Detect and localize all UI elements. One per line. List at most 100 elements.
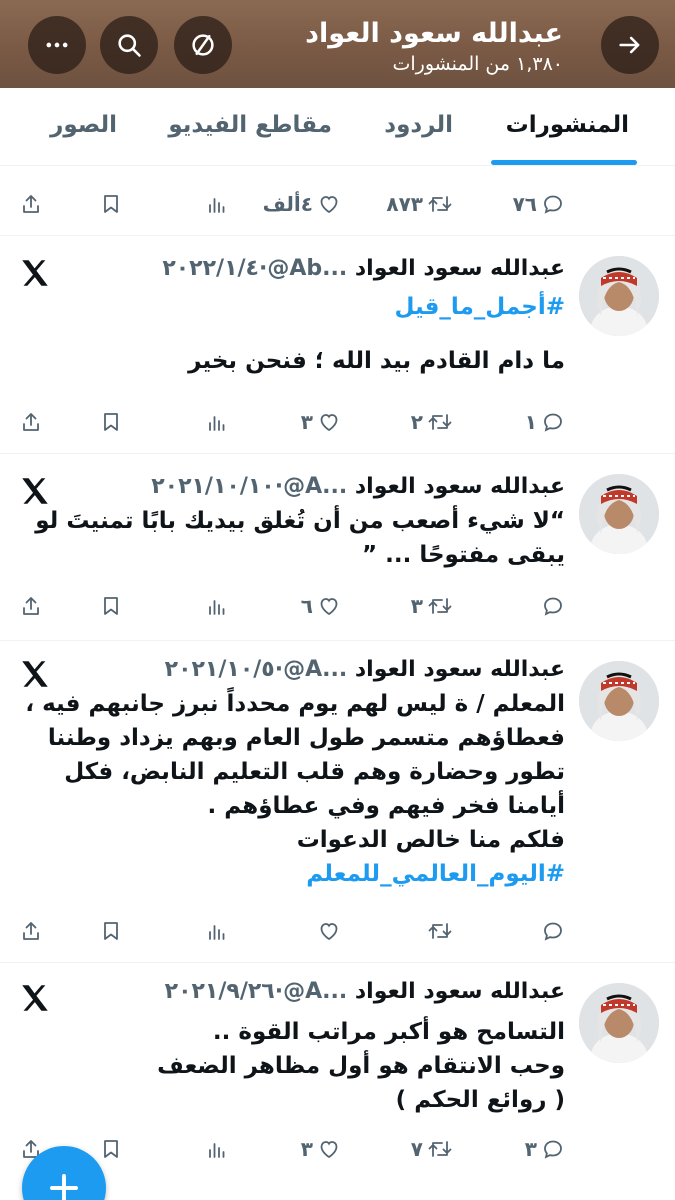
reply-button[interactable]: ٧٦ bbox=[513, 184, 565, 224]
views-button[interactable] bbox=[205, 911, 229, 951]
repost-icon bbox=[428, 414, 452, 430]
repost-button[interactable]: ٢ bbox=[411, 402, 453, 442]
bookmark-icon bbox=[104, 597, 118, 615]
tweet-header: عبدالله سعود العواد ...A@·٢٠٢١/١٠/١٠ bbox=[151, 474, 565, 499]
unfollow-button[interactable] bbox=[174, 16, 232, 74]
bookmark-icon bbox=[104, 413, 118, 431]
repost-icon bbox=[428, 923, 452, 939]
author-name[interactable]: عبدالله سعود العواد bbox=[355, 256, 565, 281]
author-name[interactable]: عبدالله سعود العواد bbox=[355, 657, 565, 682]
bookmark-button[interactable] bbox=[99, 402, 123, 442]
share-button[interactable] bbox=[19, 911, 43, 951]
views-icon bbox=[209, 416, 225, 431]
tweet[interactable]: عبدالله سعود العواد ...A@·٢٠٢١/٩/٢٦ التس… bbox=[0, 963, 675, 1200]
bookmark-icon bbox=[104, 195, 118, 213]
separator-dot: · bbox=[274, 657, 284, 682]
repost-icon bbox=[428, 598, 452, 614]
tab-videos[interactable]: مقاطع الفيديو bbox=[168, 112, 332, 138]
bookmark-button[interactable] bbox=[99, 911, 123, 951]
hashtag-link[interactable]: #اليوم_العالمي_للمعلم bbox=[14, 857, 565, 891]
plus-icon bbox=[50, 1174, 78, 1200]
reply-button[interactable]: ٣ bbox=[525, 1129, 565, 1169]
heart-icon bbox=[320, 1141, 338, 1159]
views-icon bbox=[209, 925, 225, 940]
views-button[interactable] bbox=[205, 586, 229, 626]
repost-button[interactable]: ٧ bbox=[411, 1129, 453, 1169]
share-button[interactable] bbox=[19, 586, 43, 626]
bookmark-icon bbox=[104, 1140, 118, 1158]
reply-icon bbox=[544, 195, 562, 214]
more-icon bbox=[46, 42, 68, 48]
repost-icon bbox=[428, 1141, 452, 1157]
tweet-text-line: وحب الانتقام هو أول مظاهر الضعف bbox=[157, 1053, 565, 1079]
reply-button[interactable] bbox=[537, 911, 565, 951]
reply-icon bbox=[544, 597, 562, 616]
tweet-actions: ٣ ٦ bbox=[0, 586, 675, 626]
views-icon bbox=[209, 1143, 225, 1158]
views-button[interactable] bbox=[205, 402, 229, 442]
views-icon bbox=[209, 600, 225, 615]
repost-button[interactable] bbox=[423, 911, 453, 951]
like-button[interactable]: ٦ bbox=[301, 586, 341, 626]
views-button[interactable] bbox=[205, 184, 229, 224]
bookmark-button[interactable] bbox=[99, 1129, 123, 1169]
like-button[interactable]: ٣ bbox=[301, 402, 341, 442]
active-tab-indicator bbox=[491, 160, 637, 165]
tweet-header: عبدالله سعود العواد ...A@·٢٠٢١/١٠/٥ bbox=[165, 657, 565, 682]
share-button[interactable] bbox=[19, 402, 43, 442]
share-button[interactable] bbox=[19, 184, 43, 224]
separator-dot: · bbox=[274, 979, 284, 1004]
hashtag-link[interactable]: #أجمل_ما_قيل bbox=[14, 290, 565, 324]
more-button[interactable] bbox=[28, 16, 86, 74]
avatar[interactable] bbox=[579, 661, 659, 741]
share-icon bbox=[23, 195, 39, 213]
x-logo-icon bbox=[22, 661, 48, 687]
author-handle: ...A@ bbox=[283, 657, 348, 682]
like-button[interactable] bbox=[313, 911, 341, 951]
avatar[interactable] bbox=[579, 983, 659, 1063]
reply-button[interactable]: ١ bbox=[525, 402, 565, 442]
tweet-text-line: فلكم منا خالص الدعوات bbox=[296, 827, 565, 853]
x-logo-icon bbox=[22, 478, 48, 504]
tweet-text: التسامح هو أكبر مراتب القوة .. bbox=[212, 1019, 565, 1045]
tweet-header: عبدالله سعود العواد ...Ab@·٢٠٢٢/١/٤ bbox=[162, 256, 565, 281]
repost-button[interactable]: ٨٧٣ bbox=[386, 184, 453, 224]
tweet-text: المعلم / ة ليس لهم يوم محدداً نبرز جانبه… bbox=[25, 691, 565, 819]
like-button[interactable]: ٣ bbox=[301, 1129, 341, 1169]
tab-photos[interactable]: الصور bbox=[50, 112, 117, 138]
reply-button[interactable] bbox=[537, 586, 565, 626]
avatar[interactable] bbox=[579, 256, 659, 336]
reply-icon bbox=[544, 413, 562, 432]
author-name[interactable]: عبدالله سعود العواد bbox=[355, 979, 565, 1004]
tweet-text: “لا شيء أصعب من أن تُغلق بيديك بابًا تمن… bbox=[35, 508, 565, 568]
tweet-body: “لا شيء أصعب من أن تُغلق بيديك بابًا تمن… bbox=[14, 504, 565, 572]
tweet[interactable]: عبدالله سعود العواد ...A@·٢٠٢١/١٠/١٠ “لا… bbox=[0, 454, 675, 640]
views-button[interactable] bbox=[205, 1129, 229, 1169]
bookmark-button[interactable] bbox=[99, 184, 123, 224]
tweet-actions: ١ ٢ ٣ bbox=[0, 402, 675, 442]
bookmark-button[interactable] bbox=[99, 586, 123, 626]
tab-posts[interactable]: المنشورات bbox=[506, 112, 629, 138]
tweet-actions bbox=[0, 911, 675, 951]
bookmark-icon bbox=[104, 922, 118, 940]
tweet-date: ٢٠٢١/١٠/١٠ bbox=[151, 474, 275, 499]
tweet[interactable]: عبدالله سعود العواد ...A@·٢٠٢١/١٠/٥ المع… bbox=[0, 641, 675, 961]
heart-icon bbox=[320, 196, 338, 214]
tweet-body: المعلم / ة ليس لهم يوم محدداً نبرز جانبه… bbox=[14, 687, 565, 891]
repost-button[interactable]: ٣ bbox=[411, 586, 453, 626]
author-name[interactable]: عبدالله سعود العواد bbox=[355, 474, 565, 499]
tweet-body: التسامح هو أكبر مراتب القوة .. وحب الانت… bbox=[14, 1015, 565, 1117]
post-count: ١,٣٨٠ من المنشورات bbox=[392, 53, 564, 75]
profile-name: عبدالله سعود العواد bbox=[305, 18, 563, 49]
profile-header: عبدالله سعود العواد ١,٣٨٠ من المنشورات bbox=[0, 0, 675, 88]
back-button[interactable] bbox=[601, 16, 659, 74]
tab-replies[interactable]: الردود bbox=[384, 112, 453, 138]
search-button[interactable] bbox=[100, 16, 158, 74]
search-icon bbox=[118, 34, 141, 57]
heart-icon bbox=[320, 414, 338, 432]
share-icon bbox=[23, 597, 39, 615]
tweet-date: ٢٠٢٢/١/٤ bbox=[162, 256, 259, 281]
tweet[interactable]: عبدالله سعود العواد ...Ab@·٢٠٢٢/١/٤ #أجم… bbox=[0, 236, 675, 452]
like-button[interactable]: ٤ألف bbox=[263, 184, 341, 224]
avatar[interactable] bbox=[579, 474, 659, 554]
